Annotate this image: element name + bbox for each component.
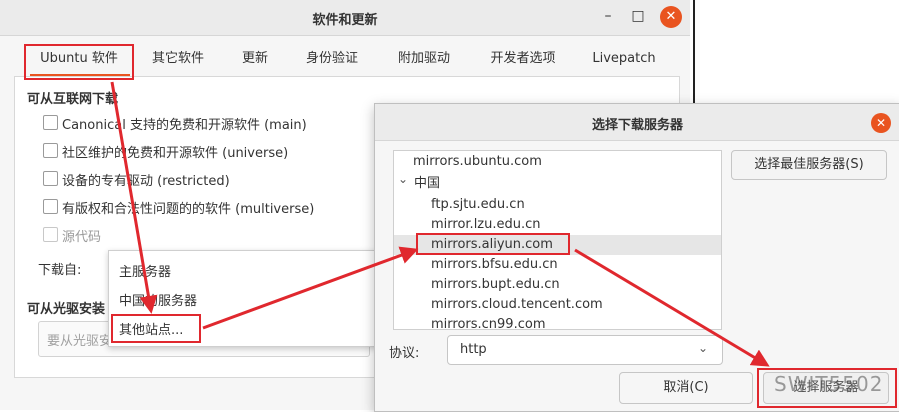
server-item[interactable]: mirrors.bupt.edu.cn bbox=[394, 275, 721, 295]
option-main-server[interactable]: 主服务器 bbox=[119, 261, 171, 280]
highlight-aliyun bbox=[416, 233, 570, 255]
select-best-server-button[interactable]: 选择最佳服务器(S) bbox=[731, 150, 887, 180]
tab-other-software[interactable]: 其它软件 bbox=[140, 44, 216, 74]
server-item-ubuntu[interactable]: mirrors.ubuntu.com bbox=[394, 152, 721, 172]
window-title: 软件和更新 bbox=[312, 13, 378, 28]
checkbox-main-label: Canonical 支持的免费和开源软件 (main) bbox=[62, 118, 307, 133]
server-item[interactable]: ftp.sjtu.edu.cn bbox=[394, 195, 721, 215]
tab-developer-options[interactable]: 开发者选项 bbox=[478, 44, 568, 74]
checkbox-source-code[interactable] bbox=[43, 227, 58, 242]
close-button[interactable]: ✕ bbox=[660, 6, 682, 28]
checkbox-restricted-label: 设备的专有驱动 (restricted) bbox=[62, 174, 230, 189]
option-china-server[interactable]: 中国的服务器 bbox=[119, 290, 197, 309]
highlight-choose-button bbox=[757, 368, 897, 408]
protocol-label: 协议: bbox=[389, 346, 420, 361]
chevron-down-icon: ⌄ bbox=[698, 341, 709, 355]
cdrom-section-title: 可从光驱安装 bbox=[27, 302, 106, 317]
download-from-label: 下载自: bbox=[38, 263, 82, 278]
checkbox-main[interactable] bbox=[43, 115, 58, 130]
title-bar: 软件和更新 – □ ✕ bbox=[0, 0, 690, 36]
checkbox-multiverse[interactable] bbox=[43, 199, 58, 214]
dialog-title-bar: 选择下载服务器 ✕ bbox=[375, 104, 899, 141]
checkbox-universe-label: 社区维护的免费和开源软件 (universe) bbox=[62, 146, 289, 161]
tab-authentication[interactable]: 身份验证 bbox=[294, 44, 370, 74]
tab-updates[interactable]: 更新 bbox=[232, 44, 278, 74]
choose-server-dialog: 选择下载服务器 ✕ mirrors.ubuntu.com ⌄ 中国 ftp.sj… bbox=[374, 103, 899, 412]
maximize-button[interactable]: □ bbox=[626, 5, 650, 29]
checkbox-restricted[interactable] bbox=[43, 171, 58, 186]
minimize-button[interactable]: – bbox=[596, 5, 620, 29]
checkbox-source-code-label: 源代码 bbox=[62, 230, 102, 245]
highlight-ubuntu-tab bbox=[24, 44, 134, 80]
server-group-china[interactable]: 中国 bbox=[414, 174, 514, 194]
server-item[interactable]: mirrors.bfsu.edu.cn bbox=[394, 255, 721, 275]
highlight-other-sites bbox=[111, 314, 201, 343]
server-item[interactable]: mirrors.cn99.com bbox=[394, 315, 721, 329]
chevron-down-icon[interactable]: ⌄ bbox=[398, 172, 410, 186]
protocol-value: http bbox=[460, 342, 487, 357]
tab-livepatch[interactable]: Livepatch bbox=[584, 44, 664, 74]
tab-additional-drivers[interactable]: 附加驱动 bbox=[386, 44, 462, 74]
cancel-button[interactable]: 取消(C) bbox=[619, 372, 753, 404]
checkbox-universe[interactable] bbox=[43, 143, 58, 158]
protocol-select[interactable]: http ⌄ bbox=[447, 335, 723, 365]
dialog-close-button[interactable]: ✕ bbox=[871, 113, 891, 133]
checkbox-multiverse-label: 有版权和合法性问题的的软件 (multiverse) bbox=[62, 202, 315, 217]
dialog-title: 选择下载服务器 bbox=[591, 118, 683, 133]
internet-section-title: 可从互联网下载 bbox=[27, 92, 119, 107]
server-item[interactable]: mirrors.cloud.tencent.com bbox=[394, 295, 721, 315]
server-item[interactable]: mirror.lzu.edu.cn bbox=[394, 215, 721, 235]
